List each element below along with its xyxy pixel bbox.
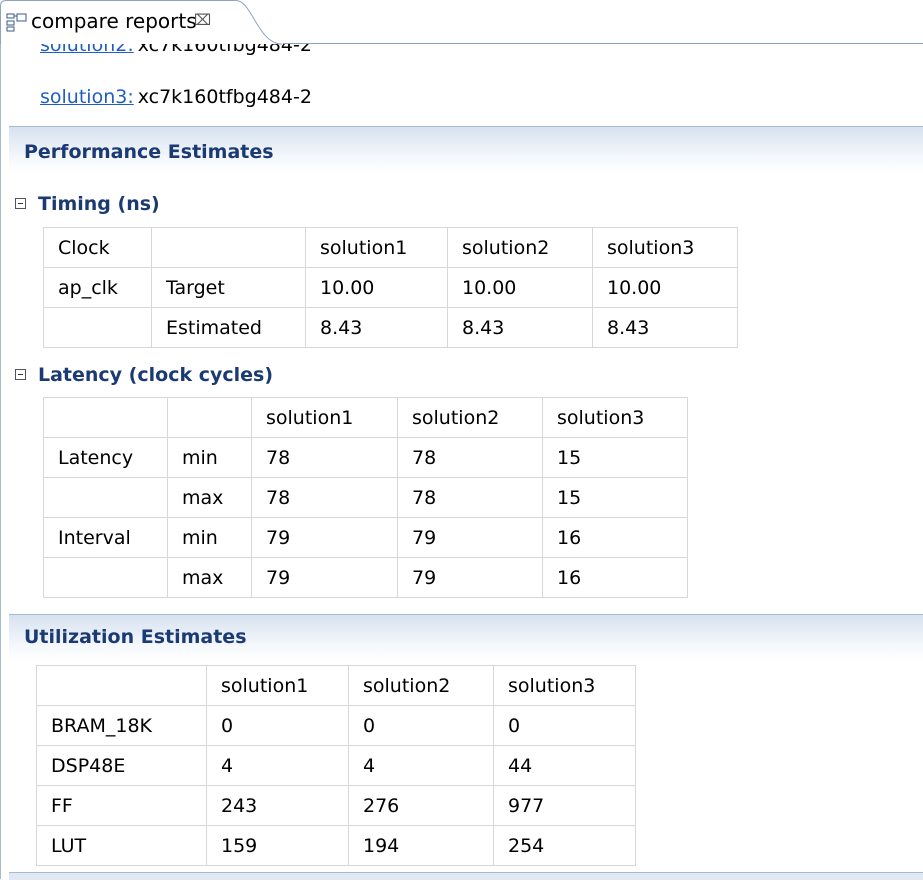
table-cell: ap_clk xyxy=(43,267,152,308)
table-cell: 16 xyxy=(542,517,688,558)
solution3-line: solution3: xc7k160tfbg484-2 xyxy=(40,86,312,108)
table-cell: min xyxy=(167,517,252,558)
table-cell: 79 xyxy=(397,517,543,558)
table-cell: 10.00 xyxy=(592,267,738,308)
table-header-row: solution1 solution2 solution3 xyxy=(43,397,688,438)
table-cell: 79 xyxy=(251,557,398,598)
table-cell: BRAM_18K xyxy=(36,705,207,746)
tab-label: compare reports xyxy=(31,9,197,33)
table-row: Estimated 8.43 8.43 8.43 xyxy=(43,307,738,348)
table-row: ap_clk Target 10.00 10.00 10.00 xyxy=(43,267,738,308)
table-cell: Interval xyxy=(43,517,168,558)
table-cell: 15 xyxy=(542,437,688,478)
editor-tab-bar: compare reports ⌧ xyxy=(0,0,923,45)
utilization-table: solution1 solution2 solution3 BRAM_18K 0… xyxy=(36,665,636,866)
table-cell: 159 xyxy=(206,825,349,866)
table-cell: 79 xyxy=(251,517,398,558)
table-cell: 79 xyxy=(397,557,543,598)
table-cell: 78 xyxy=(251,437,398,478)
table-cell: Latency xyxy=(43,437,168,478)
table-cell: 243 xyxy=(206,785,349,826)
table-header-cell xyxy=(151,227,306,268)
table-header-cell: solution2 xyxy=(447,227,593,268)
table-header-row: solution1 solution2 solution3 xyxy=(36,665,636,706)
table-cell: 4 xyxy=(348,745,494,786)
table-header-cell: Clock xyxy=(43,227,152,268)
latency-title: Latency (clock cycles) xyxy=(38,364,274,386)
table-cell: 44 xyxy=(493,745,636,786)
table-row: max 78 78 15 xyxy=(43,477,688,518)
table-row: Latency min 78 78 15 xyxy=(43,437,688,478)
table-row: max 79 79 16 xyxy=(43,557,688,598)
table-cell: FF xyxy=(36,785,207,826)
table-cell: LUT xyxy=(36,825,207,866)
table-cell: 16 xyxy=(542,557,688,598)
table-cell: DSP48E xyxy=(36,745,207,786)
table-cell xyxy=(43,557,168,598)
timing-subsection-header[interactable]: Timing (ns) xyxy=(15,193,160,215)
table-cell: 276 xyxy=(348,785,494,826)
latency-subsection-header[interactable]: Latency (clock cycles) xyxy=(15,364,273,386)
table-cell xyxy=(43,307,152,348)
table-cell: 78 xyxy=(397,477,543,518)
table-cell: min xyxy=(167,437,252,478)
table-cell: 15 xyxy=(542,477,688,518)
table-row: LUT 159 194 254 xyxy=(36,825,636,866)
compare-reports-icon xyxy=(6,12,28,32)
table-cell: 8.43 xyxy=(592,307,738,348)
scroll-clip: solution2: xc7k160tfbg484-2 xyxy=(0,44,923,64)
tab-compare-reports[interactable]: compare reports ⌧ xyxy=(0,0,283,45)
utilization-section-title: Utilization Estimates xyxy=(24,626,247,648)
table-cell xyxy=(43,477,168,518)
table-header-cell: solution2 xyxy=(348,665,494,706)
table-cell: 10.00 xyxy=(305,267,448,308)
solution2-link[interactable]: solution2: xyxy=(40,44,134,56)
tab-close-icon[interactable]: ⌧ xyxy=(194,11,211,29)
table-header-cell xyxy=(43,397,168,438)
table-header-cell: solution1 xyxy=(251,397,398,438)
solution3-link[interactable]: solution3: xyxy=(40,86,134,108)
performance-section-title: Performance Estimates xyxy=(24,141,274,163)
table-header-cell xyxy=(36,665,207,706)
table-cell: 78 xyxy=(397,437,543,478)
table-header-cell: solution2 xyxy=(397,397,543,438)
table-cell: 254 xyxy=(493,825,636,866)
solution2-part: xc7k160tfbg484-2 xyxy=(137,44,312,56)
table-cell: 0 xyxy=(493,705,636,746)
table-header-cell: solution3 xyxy=(493,665,636,706)
table-cell: 8.43 xyxy=(305,307,448,348)
table-row: Interval min 79 79 16 xyxy=(43,517,688,558)
table-row: FF 243 276 977 xyxy=(36,785,636,826)
table-cell: 0 xyxy=(348,705,494,746)
table-header-cell: solution3 xyxy=(542,397,688,438)
table-header-cell: solution1 xyxy=(305,227,448,268)
table-header-row: Clock solution1 solution2 solution3 xyxy=(43,227,738,268)
collapse-toggle-icon[interactable] xyxy=(15,198,26,209)
table-cell: max xyxy=(167,557,252,598)
table-header-cell: solution1 xyxy=(206,665,349,706)
solution2-line: solution2: xc7k160tfbg484-2 xyxy=(40,44,312,56)
table-cell: 0 xyxy=(206,705,349,746)
table-cell: Estimated xyxy=(151,307,306,348)
table-cell: Target xyxy=(151,267,306,308)
collapse-toggle-icon[interactable] xyxy=(15,369,26,380)
table-row: BRAM_18K 0 0 0 xyxy=(36,705,636,746)
table-row: DSP48E 4 4 44 xyxy=(36,745,636,786)
latency-table: solution1 solution2 solution3 Latency mi… xyxy=(43,397,688,598)
table-cell: 4 xyxy=(206,745,349,786)
table-cell: 78 xyxy=(251,477,398,518)
solution3-part: xc7k160tfbg484-2 xyxy=(137,86,312,108)
table-cell: 8.43 xyxy=(447,307,593,348)
timing-table: Clock solution1 solution2 solution3 ap_c… xyxy=(43,227,738,348)
table-cell: 977 xyxy=(493,785,636,826)
timing-title: Timing (ns) xyxy=(38,193,160,215)
table-cell: 194 xyxy=(348,825,494,866)
table-cell: max xyxy=(167,477,252,518)
table-header-cell xyxy=(167,397,252,438)
table-cell: 10.00 xyxy=(447,267,593,308)
table-header-cell: solution3 xyxy=(592,227,738,268)
editor-left-border xyxy=(0,0,1,879)
